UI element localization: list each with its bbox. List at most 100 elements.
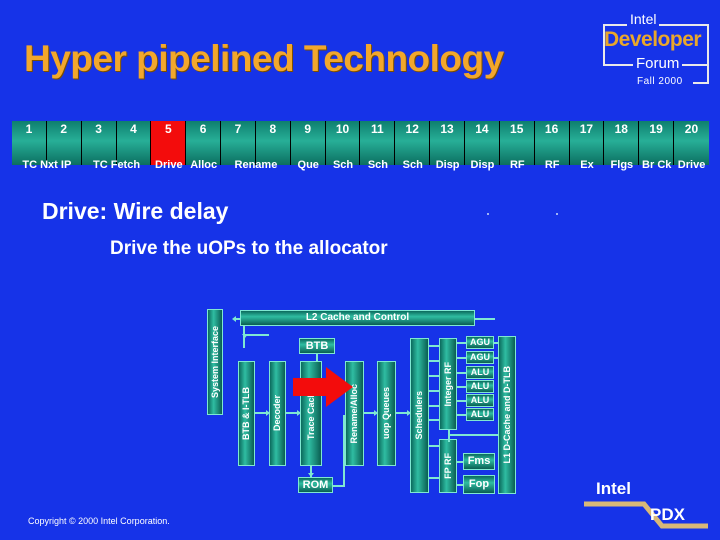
pipeline-stage-number: 5 (164, 122, 172, 136)
block-label: Integer RF (442, 361, 453, 407)
block-label: ALU (470, 395, 490, 405)
block-agu-1: AGU (466, 336, 494, 349)
block-integer-rf: Integer RF (439, 338, 457, 430)
pipeline-stage-number: 16 (544, 122, 559, 136)
pipeline-stage-number: 2 (60, 122, 68, 136)
microarchitecture-block-diagram: System Interface L2 Cache and Control BT… (205, 305, 516, 515)
intel-developer-forum-logo: Intel Developer Forum Fall 2000 (597, 10, 715, 92)
block-uop-queues: uop Queues (377, 361, 396, 466)
connector (457, 414, 466, 416)
drive-stage-red-arrow-icon (293, 367, 353, 407)
block-label: ROM (302, 478, 329, 491)
pdx-pdx-text: PDX (650, 505, 685, 524)
logo-developer-text: Developer (604, 28, 702, 51)
block-label: uop Queues (381, 387, 391, 440)
block-label: L2 Cache and Control (305, 312, 410, 323)
block-label: ALU (470, 367, 490, 377)
pipeline-stage-number: 9 (304, 122, 312, 136)
block-schedulers: Schedulers (410, 338, 429, 493)
pipeline-stage-number: 11 (371, 122, 384, 136)
connector (243, 334, 245, 348)
connector (448, 430, 450, 442)
block-label: AGU (470, 337, 490, 347)
pipeline-stage-5[interactable]: 5 (151, 121, 187, 165)
pipeline-stage-4[interactable]: 4 (116, 121, 152, 165)
pipeline-stage-2[interactable]: 2 (46, 121, 82, 165)
pipeline-stage-number: 10 (335, 122, 350, 136)
block-label: Fms (467, 455, 491, 467)
pipeline-stage-6[interactable]: 6 (186, 121, 222, 165)
pipeline-stage-number: 13 (440, 122, 454, 136)
connector (429, 390, 439, 392)
pipeline-stage-strip: 1 2 3 4 5 6 7 8 9 10 11 12 13 14 15 16 17 18 19 20 (12, 121, 709, 165)
pipeline-stage-8[interactable]: 8 (255, 121, 291, 165)
pipeline-stage-18[interactable]: 18 (604, 121, 640, 165)
pipeline-stage-13[interactable]: 13 (430, 121, 465, 165)
pipeline-stage-12[interactable]: 12 (395, 121, 431, 165)
block-label: FP RF (442, 453, 453, 479)
pipeline-stage-number: 19 (649, 122, 663, 136)
block-alu-3: ALU (466, 394, 494, 407)
connector (457, 372, 466, 374)
pipeline-stage-19[interactable]: 19 (639, 121, 675, 165)
logo-edition-text: Fall 2000 (637, 76, 683, 87)
connector (494, 342, 499, 344)
block-label: BTB & I-TLB (241, 387, 251, 440)
connector (448, 434, 501, 436)
block-label: AGU (470, 352, 490, 362)
block-btb-itlb: BTB & I-TLB (238, 361, 255, 466)
pipeline-stage-15[interactable]: 15 (499, 121, 535, 165)
connector (457, 342, 466, 344)
block-decoder: Decoder (269, 361, 286, 466)
logo-intel-text: Intel (627, 12, 660, 26)
page-title: Hyper pipelined Technology (24, 38, 504, 79)
pipeline-stage-number: 17 (579, 122, 594, 136)
connector (429, 477, 439, 479)
pipeline-stage-17[interactable]: 17 (569, 121, 605, 165)
pipeline-stage-number: 6 (199, 122, 207, 136)
pipeline-stage-7[interactable]: 7 (221, 121, 256, 165)
connector (457, 400, 466, 402)
pipeline-stage-number: 15 (510, 122, 524, 136)
block-label: System Interface (209, 325, 220, 399)
block-label: L1 D-Cache and D-TLB (501, 366, 512, 464)
logo-forum-text: Forum (633, 56, 683, 71)
connector (429, 345, 439, 347)
pipeline-stage-number: 18 (614, 122, 628, 136)
block-label: ALU (470, 381, 490, 391)
block-label: Schedulers (414, 391, 424, 440)
pipeline-stage-3[interactable]: 3 (81, 121, 117, 165)
pipeline-stage-number: 4 (130, 122, 137, 136)
block-alu-2: ALU (466, 380, 494, 393)
pdx-intel-text: Intel (596, 479, 631, 498)
slide-canvas: Hyper pipelined Technology Intel Develop… (0, 0, 720, 540)
connector (429, 445, 439, 447)
block-label: Decoder (272, 395, 282, 432)
pipeline-stage-9[interactable]: 9 (290, 121, 326, 165)
section-heading: Drive: Wire delay (42, 198, 229, 224)
pipeline-stage-number: 3 (95, 122, 102, 136)
connector (475, 318, 495, 320)
pipeline-stage-10[interactable]: 10 (325, 121, 361, 165)
pipeline-stage-1[interactable]: 1 (12, 121, 47, 165)
pipeline-stage-16[interactable]: 16 (534, 121, 570, 165)
block-btb: BTB (299, 338, 335, 354)
pipeline-stage-number: 1 (25, 122, 33, 136)
pipeline-stage-20[interactable]: 20 (674, 121, 709, 165)
block-fop: Fop (463, 475, 495, 494)
pipeline-stage-number: 12 (405, 122, 419, 136)
block-alu-1: ALU (466, 366, 494, 379)
connector (429, 419, 439, 421)
connector (429, 375, 439, 377)
pipeline-stage-11[interactable]: 11 (360, 121, 396, 165)
block-fp-rf: FP RF (439, 439, 457, 493)
intel-pdx-logo: Intel PDX (582, 480, 710, 532)
connector (494, 357, 499, 359)
pipeline-stage-14[interactable]: 14 (464, 121, 500, 165)
connector (333, 485, 345, 487)
connector (457, 357, 466, 359)
block-l2-cache-and-control: L2 Cache and Control (240, 310, 475, 326)
decorative-dot (487, 213, 489, 215)
copyright-text: Copyright © 2000 Intel Corporation. (28, 516, 170, 526)
section-subheading: Drive the uOPs to the allocator (110, 238, 388, 259)
